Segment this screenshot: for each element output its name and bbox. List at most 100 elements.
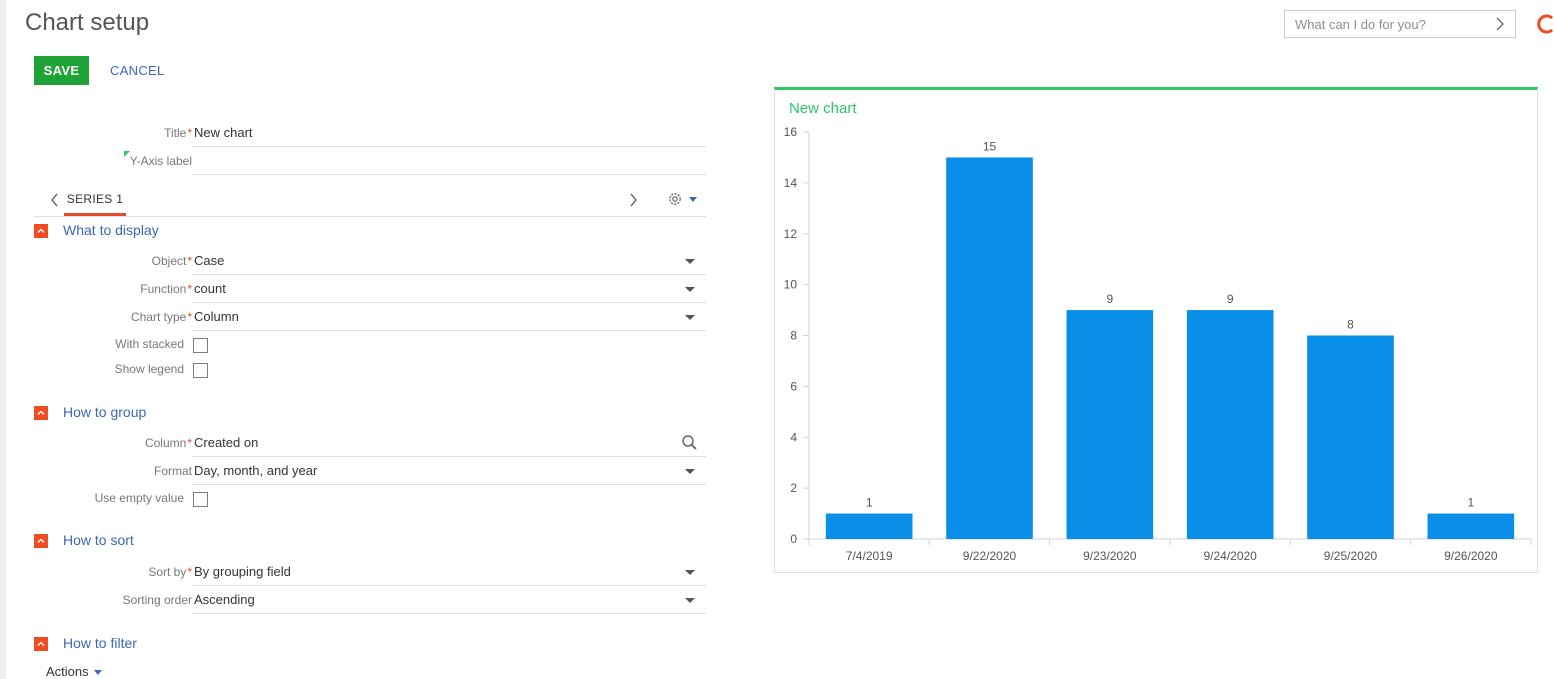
- y-tick-label: 10: [784, 278, 798, 292]
- chart-preview: New chart 0 2 4 6 8 10 12 14 16 1 7/4/2019 15 9/22/2…: [774, 87, 1538, 573]
- actions-label: Actions: [46, 664, 89, 679]
- title-value[interactable]: New chart: [194, 125, 253, 140]
- dropdown-caret-icon[interactable]: [685, 469, 695, 474]
- sort-by-value[interactable]: By grouping field: [194, 564, 291, 579]
- multilanguage-corner-icon: [123, 151, 130, 157]
- field-underline: [192, 613, 706, 614]
- x-tick-label: 9/26/2020: [1444, 549, 1498, 563]
- with-stacked-label: With stacked: [115, 337, 184, 351]
- column-label: Column: [144, 436, 187, 450]
- y-tick-label: 2: [790, 481, 797, 495]
- chevron-left-icon[interactable]: [50, 192, 59, 213]
- x-tick-label: 9/24/2020: [1203, 549, 1257, 563]
- collapse-toggle-icon[interactable]: [34, 406, 48, 420]
- function-label: Function: [140, 282, 187, 296]
- y-axis-label-field[interactable]: Y-Axis label: [34, 147, 706, 175]
- caret-down-icon[interactable]: [689, 197, 697, 202]
- required-marker: *: [187, 310, 192, 324]
- use-empty-value-row: Use empty value: [34, 488, 334, 510]
- dropdown-caret-icon[interactable]: [685, 259, 695, 264]
- chart-bar: [825, 513, 913, 539]
- collapse-toggle-icon[interactable]: [34, 637, 48, 651]
- y-tick-label: 6: [790, 379, 797, 393]
- x-tick-label: 7/4/2019: [846, 549, 893, 563]
- format-value[interactable]: Day, month, and year: [194, 463, 317, 478]
- data-label: 8: [1347, 318, 1354, 332]
- required-marker: *: [187, 282, 192, 296]
- section-title[interactable]: How to filter: [63, 635, 137, 651]
- column-value[interactable]: Created on: [194, 435, 258, 450]
- collapse-toggle-icon[interactable]: [34, 224, 48, 238]
- y-tick-label: 12: [784, 227, 798, 241]
- required-marker: *: [187, 254, 192, 268]
- gear-icon[interactable]: [666, 190, 684, 213]
- section-title[interactable]: What to display: [63, 222, 159, 238]
- command-input[interactable]: [1285, 11, 1485, 37]
- sort-by-label: Sort by: [148, 565, 187, 579]
- dropdown-caret-icon[interactable]: [685, 315, 695, 320]
- title-field[interactable]: Title* New chart: [34, 119, 706, 147]
- series-tabs: SERIES 1: [34, 184, 706, 217]
- show-legend-label: Show legend: [114, 362, 184, 376]
- left-edge-strip: [0, 0, 6, 679]
- x-tick-label: 9/22/2020: [963, 549, 1017, 563]
- save-button[interactable]: SAVE: [34, 56, 89, 85]
- chart-type-field[interactable]: Chart type* Column: [34, 303, 706, 331]
- with-stacked-checkbox[interactable]: [193, 338, 208, 353]
- format-field[interactable]: Format Day, month, and year: [34, 457, 706, 485]
- cancel-button[interactable]: CANCEL: [110, 56, 165, 85]
- data-label: 9: [1106, 292, 1113, 306]
- dropdown-caret-icon[interactable]: [685, 570, 695, 575]
- y-tick-label: 4: [790, 430, 797, 444]
- field-underline: [192, 484, 706, 485]
- search-icon[interactable]: [681, 434, 698, 456]
- function-field[interactable]: Function* count: [34, 275, 706, 303]
- x-tick-label: 9/25/2020: [1324, 549, 1378, 563]
- function-value[interactable]: count: [194, 281, 226, 296]
- tab-series-1[interactable]: SERIES 1: [64, 184, 126, 216]
- sorting-order-label: Sorting order: [122, 593, 192, 607]
- with-stacked-row: With stacked: [34, 334, 334, 356]
- sorting-order-value[interactable]: Ascending: [194, 592, 255, 607]
- page-title: Chart setup: [25, 9, 150, 36]
- y-tick-label: 8: [790, 329, 797, 343]
- sorting-order-field[interactable]: Sorting order Ascending: [34, 586, 706, 614]
- object-field[interactable]: Object* Case: [34, 247, 706, 275]
- chevron-right-icon[interactable]: [629, 192, 638, 213]
- required-marker: *: [187, 126, 192, 140]
- x-tick-label: 9/23/2020: [1083, 549, 1137, 563]
- column-chart: 0 2 4 6 8 10 12 14 16 1 7/4/2019 15 9/22/2020 9 9/23/2…: [784, 125, 1532, 563]
- field-underline: [192, 174, 706, 175]
- command-line[interactable]: [1284, 10, 1516, 38]
- data-label: 1: [866, 496, 873, 510]
- required-marker: *: [187, 565, 192, 579]
- chart-bar: [1066, 310, 1154, 539]
- sort-by-field[interactable]: Sort by* By grouping field: [34, 558, 706, 586]
- use-empty-value-checkbox[interactable]: [193, 492, 208, 507]
- actions-menu[interactable]: Actions: [46, 664, 102, 679]
- collapse-toggle-icon[interactable]: [34, 534, 48, 548]
- chevron-right-icon[interactable]: [1495, 15, 1505, 38]
- chart-bar: [1186, 310, 1274, 539]
- series-tab-label: SERIES 1: [66, 192, 124, 206]
- object-label: Object: [151, 254, 187, 268]
- dropdown-caret-icon[interactable]: [685, 598, 695, 603]
- chart-bar: [1307, 335, 1394, 539]
- chart-bar: [1427, 513, 1515, 539]
- object-value[interactable]: Case: [194, 253, 224, 268]
- title-label: Title: [164, 126, 187, 140]
- field-underline: [192, 330, 706, 331]
- data-label: 15: [983, 139, 997, 153]
- column-field[interactable]: Column* Created on: [34, 429, 706, 457]
- logo-c-icon: [1536, 13, 1555, 35]
- chart-type-value[interactable]: Column: [194, 309, 239, 324]
- format-label: Format: [153, 464, 192, 478]
- y-tick-label: 14: [784, 176, 798, 190]
- section-title[interactable]: How to group: [63, 404, 146, 420]
- dropdown-caret-icon[interactable]: [685, 287, 695, 292]
- caret-down-icon: [93, 670, 102, 676]
- section-title[interactable]: How to sort: [63, 532, 134, 548]
- show-legend-checkbox[interactable]: [193, 363, 208, 378]
- data-label: 9: [1227, 292, 1234, 306]
- y-tick-label: 0: [790, 532, 797, 546]
